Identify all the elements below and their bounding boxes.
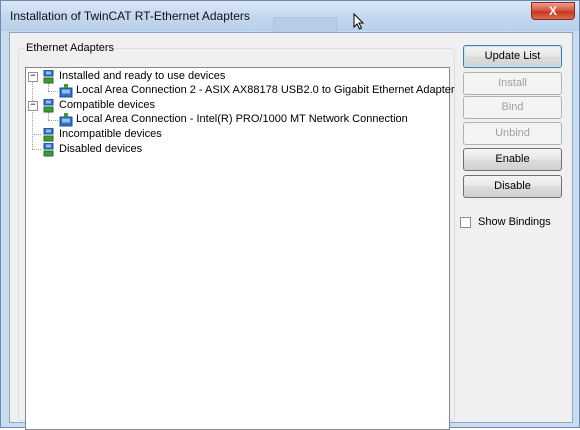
tree-node-adapter-asix[interactable]: Local Area Connection 2 - ASIX AX88178 U… [26,84,455,98]
network-adapter-icon [43,70,54,84]
enable-button[interactable]: Enable [463,148,562,171]
tree-node-adapter-intel[interactable]: Local Area Connection - Intel(R) PRO/100… [26,113,446,127]
tree-node-label: Local Area Connection - Intel(R) PRO/100… [76,113,408,125]
ethernet-adapters-group: Ethernet Adapters − Installed and ready … [18,42,455,430]
close-button[interactable]: X [531,2,575,20]
tree-node-installed[interactable]: − Installed and ready to use devices [26,70,446,84]
title-bar[interactable]: Installation of TwinCAT RT-Ethernet Adap… [1,1,579,33]
install-button[interactable]: Install [463,72,562,95]
tree-node-label: Disabled devices [59,143,143,155]
network-adapter-icon [43,128,54,142]
background-window-button [273,17,337,33]
update-list-button[interactable]: Update List [463,45,562,68]
tree-node-compatible[interactable]: − Compatible devices [26,99,446,113]
window-title: Installation of TwinCAT RT-Ethernet Adap… [10,9,250,23]
network-adapter-icon [59,113,73,127]
tree-node-disabled[interactable]: Disabled devices [26,143,446,157]
bind-button[interactable]: Bind [463,96,562,119]
tree-node-incompatible[interactable]: Incompatible devices [26,128,446,142]
dialog-window: Installation of TwinCAT RT-Ethernet Adap… [0,0,580,430]
show-bindings-label: Show Bindings [478,216,551,228]
mouse-cursor-icon [353,13,365,30]
unbind-button[interactable]: Unbind [463,122,562,145]
dialog-client-area: Ethernet Adapters − Installed and ready … [9,32,573,430]
collapse-toggle-icon[interactable]: − [28,101,38,111]
show-bindings-checkbox[interactable] [460,217,471,228]
disable-button[interactable]: Disable [463,175,562,198]
network-adapter-icon [43,99,54,113]
group-label: Ethernet Adapters [26,42,115,54]
tree-node-label: Installed and ready to use devices [59,70,226,82]
network-adapter-icon [43,143,54,157]
tree-node-label: Incompatible devices [59,128,162,140]
network-adapter-icon [59,84,73,98]
adapter-tree-view[interactable]: − Installed and ready to use devices Loc [25,67,455,430]
tree-node-label: Compatible devices [59,99,155,111]
tree-node-label: Local Area Connection 2 - ASIX AX88178 U… [76,84,455,96]
collapse-toggle-icon[interactable]: − [28,72,38,82]
